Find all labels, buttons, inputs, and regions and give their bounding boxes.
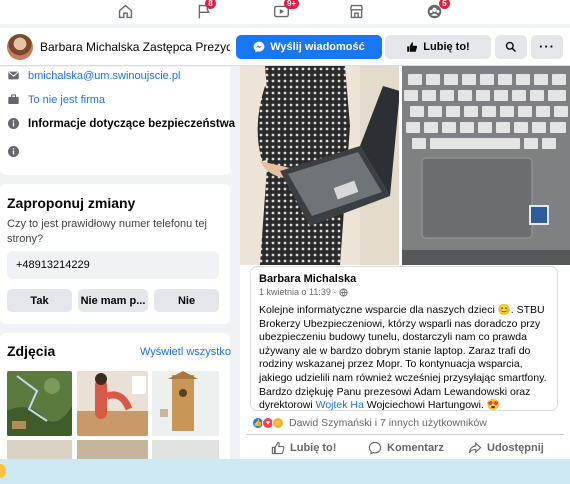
briefcase-icon <box>8 94 19 105</box>
reactions-text[interactable]: Dawid Szymański i 7 innych użytkowników <box>289 417 487 429</box>
share-label: Udostępnij <box>487 442 544 454</box>
profile-name[interactable]: Barbara Michalska Zastępca Prezydenta Mi… <box>40 40 230 54</box>
comment-label: Komentarz <box>387 442 444 454</box>
photos-title: Zdjęcia <box>7 343 56 359</box>
send-message-label: Wyślij wiadomość <box>270 41 365 53</box>
more-options-button[interactable]: ··· <box>531 35 563 59</box>
thumbs-up-icon <box>407 42 418 52</box>
post-text-box: Barbara Michalska 1 kwietnia o 11:39 · K… <box>250 266 558 411</box>
photo-thumbnail[interactable] <box>152 440 219 460</box>
avatar[interactable] <box>7 34 33 60</box>
reactions-summary[interactable]: 👍 ♥ ☺ Dawid Szymański i 7 innych użytkow… <box>252 417 487 429</box>
taskbar-icon[interactable] <box>0 464 6 478</box>
notification-badge: 5 <box>439 0 450 9</box>
care-reaction-icon: ☺ <box>272 417 284 429</box>
top-navigation: 8 9+ 5 <box>0 0 570 24</box>
post-body-text: Kolejne informatyczne wsparcie dla naszy… <box>259 304 547 412</box>
notification-badge: 9+ <box>284 0 300 9</box>
email-icon <box>8 71 19 80</box>
messenger-icon <box>253 41 265 53</box>
send-message-button[interactable]: Wyślij wiadomość <box>236 35 382 59</box>
business-row: To nie jest firma <box>7 93 105 106</box>
post-photo-keyboard[interactable] <box>402 66 570 265</box>
photo-thumbnail[interactable] <box>152 371 219 436</box>
photo-thumbnail[interactable] <box>7 440 72 460</box>
like-page-button[interactable]: Lubię to! <box>385 35 491 59</box>
tagged-person-link[interactable]: Wojtek Ha <box>316 399 364 411</box>
home-icon[interactable] <box>115 2 135 20</box>
post-body: Kolejne informatyczne wsparcie dla naszy… <box>259 304 549 413</box>
bottom-taskbar-strip <box>0 459 570 484</box>
post-date-text[interactable]: 1 kwietnia o 11:39 · <box>259 287 336 297</box>
thumbs-up-icon <box>271 441 285 455</box>
search-icon <box>505 41 517 53</box>
email-link[interactable]: bmichalska@um.swinoujscie.pl <box>28 70 180 82</box>
phone-number: +48913214229 <box>7 251 219 279</box>
info-row-extra[interactable] <box>7 145 20 158</box>
share-button[interactable]: Udostępnij <box>468 441 544 455</box>
like-page-label: Lubię to! <box>423 41 470 53</box>
no-button[interactable]: Nie <box>154 289 219 312</box>
post-actions-divider <box>246 434 564 435</box>
info-icon <box>7 145 20 158</box>
safety-row: Informacje dotyczące bezpieczeństwa <box>7 117 235 130</box>
see-all-photos-link[interactable]: Wyświetl wszystko <box>140 346 231 358</box>
photo-thumbnail[interactable] <box>77 371 148 436</box>
photo-thumbnail[interactable] <box>77 440 148 460</box>
groups-icon[interactable]: 5 <box>424 0 450 20</box>
post-photo-woman-laptop[interactable] <box>240 66 399 265</box>
suggest-question: Czy to jest prawidłowy numer telefonu te… <box>7 218 207 245</box>
like-post-label: Lubię to! <box>290 442 337 454</box>
business-status-link[interactable]: To nie jest firma <box>28 94 105 106</box>
flag-icon[interactable]: 8 <box>194 0 216 20</box>
marketplace-icon[interactable] <box>346 2 366 20</box>
comment-button[interactable]: Komentarz <box>368 441 444 455</box>
like-post-button[interactable]: Lubię to! <box>271 441 336 455</box>
not-sure-button[interactable]: Nie mam p... <box>78 289 148 312</box>
search-button[interactable] <box>495 35 527 59</box>
post-body-end: Wojciechowi Hartungowi. 😍 <box>363 399 500 412</box>
notification-badge: 8 <box>205 0 216 9</box>
suggest-title: Zaproponuj zmiany <box>7 195 136 211</box>
photo-thumbnail[interactable] <box>7 371 72 436</box>
post-date: 1 kwietnia o 11:39 · <box>259 287 549 297</box>
comment-icon <box>368 441 382 455</box>
yes-button[interactable]: Tak <box>7 289 72 312</box>
profile-header-bar: Barbara Michalska Zastępca Prezydenta Mi… <box>0 28 570 66</box>
globe-icon <box>339 287 348 297</box>
info-icon <box>7 117 20 130</box>
share-icon <box>468 441 482 454</box>
email-row[interactable]: bmichalska@um.swinoujscie.pl <box>7 69 180 82</box>
safety-info-label[interactable]: Informacje dotyczące bezpieczeństwa <box>28 118 235 130</box>
more-icon: ··· <box>539 39 555 54</box>
post-author[interactable]: Barbara Michalska <box>259 273 549 285</box>
video-icon[interactable]: 9+ <box>271 0 300 20</box>
